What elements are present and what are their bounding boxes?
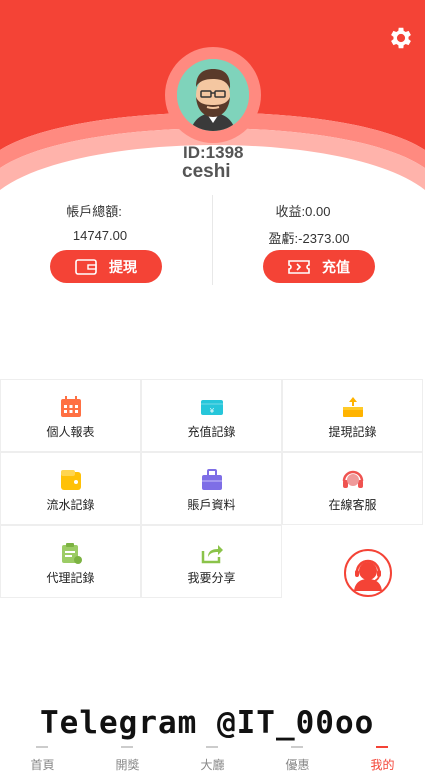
wallet-icon: [61, 470, 81, 490]
tab-label: 優惠: [285, 758, 310, 772]
home-icon: [36, 742, 48, 748]
profit-loss-stat: 盈虧:-2373.00: [203, 228, 415, 247]
gift-icon: [291, 742, 303, 748]
withdraw-button[interactable]: 提現: [50, 250, 162, 283]
menu-recharge-records[interactable]: ¥ 充值記錄: [141, 379, 282, 452]
income-label: 收益:: [275, 204, 306, 219]
tab-label: 大廳: [200, 758, 225, 772]
menu-agent-records[interactable]: 代理記錄: [0, 525, 141, 598]
menu-label: 充值記錄: [187, 425, 236, 439]
watermark-text: Telegram @IT_00oo: [40, 705, 375, 741]
calendar-report-icon: [61, 396, 81, 417]
income-stat: 收益:0.00: [197, 201, 409, 220]
account-briefcase-icon: [202, 469, 222, 490]
agent-clipboard-icon: [62, 543, 82, 564]
ticket-icon: [288, 259, 310, 274]
svg-text:¥: ¥: [210, 407, 215, 415]
lobby-icon: [206, 742, 218, 748]
tab-label: 首頁: [30, 758, 55, 772]
menu-label: 提現記錄: [328, 425, 377, 439]
tab-draw-results[interactable]: 開獎: [85, 740, 170, 774]
profit-loss-label: 盈虧:: [268, 231, 299, 246]
tab-label: 我的: [370, 758, 395, 772]
user-icon: [376, 742, 388, 748]
menu-label: 我要分享: [187, 571, 236, 585]
menu-withdraw-records[interactable]: 提現記錄: [282, 379, 423, 452]
menu-online-service[interactable]: 在線客服: [282, 452, 423, 525]
menu-share[interactable]: 我要分享: [141, 525, 282, 598]
menu-account-info[interactable]: 賬戶資料: [141, 452, 282, 525]
tab-mine[interactable]: 我的: [340, 740, 425, 774]
headset-icon: [342, 470, 364, 488]
username: ceshi: [182, 161, 231, 182]
agent-headset-icon: [354, 559, 382, 591]
menu-transaction-records[interactable]: 流水記錄: [0, 452, 141, 525]
account-total-value: 14747.00: [72, 228, 128, 243]
menu-label: 個人報表: [46, 425, 95, 439]
menu-label: 流水記錄: [46, 498, 95, 512]
wallet-outline-icon: [75, 258, 97, 275]
account-total-label: 帳戶總額:: [66, 204, 122, 219]
recharge-label: 充值: [322, 258, 350, 275]
avatar-image: [177, 59, 249, 131]
gear-icon[interactable]: [387, 24, 415, 52]
avatar[interactable]: [165, 47, 261, 143]
draw-icon: [121, 742, 133, 748]
menu-label: 賬戶資料: [187, 498, 236, 512]
menu-personal-report[interactable]: 個人報表: [0, 379, 141, 452]
tab-label: 開獎: [115, 758, 140, 772]
menu-label: 代理記錄: [46, 571, 95, 585]
account-total-panel: 帳戶總額: 14747.00 提現: [0, 195, 212, 285]
income-value: 0.00: [305, 204, 331, 219]
profit-loss-value: -2373.00: [298, 231, 350, 246]
share-icon: [201, 545, 223, 564]
tab-promotions[interactable]: 優惠: [255, 740, 340, 774]
recharge-button[interactable]: 充值: [263, 250, 375, 283]
customer-service-float-button[interactable]: [344, 549, 392, 597]
profit-panel: 收益:0.00 盈虧:-2373.00 充值: [213, 195, 425, 285]
tab-lobby[interactable]: 大廳: [170, 740, 255, 774]
menu-label: 在線客服: [328, 498, 377, 512]
bottom-tab-bar: 首頁 開獎 大廳 優惠 我的: [0, 740, 425, 774]
tab-home[interactable]: 首頁: [0, 740, 85, 774]
recharge-card-icon: ¥: [201, 400, 223, 415]
user-id: ID:1398: [183, 143, 244, 162]
withdraw-tray-icon: [343, 397, 363, 417]
withdraw-label: 提現: [109, 258, 137, 275]
